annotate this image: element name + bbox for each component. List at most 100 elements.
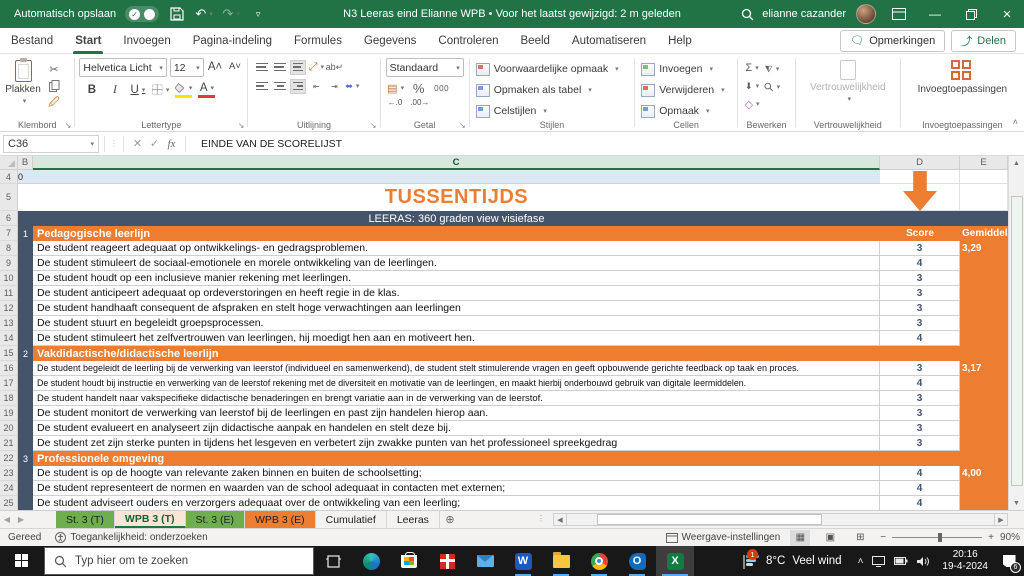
ribbon-tab-controleren[interactable]: Controleren <box>427 28 509 54</box>
borders-button[interactable]: ▾ <box>152 81 169 98</box>
cell-B13[interactable] <box>18 316 33 331</box>
cell-D20[interactable]: 3 <box>880 421 960 436</box>
cell-E11[interactable] <box>960 286 1008 301</box>
addins-button[interactable]: Invoegtoepassingen <box>901 57 1024 95</box>
cell-E17[interactable] <box>960 376 1008 391</box>
sheet-tab-wpb-3-e-[interactable]: WPB 3 (E) <box>245 511 316 528</box>
cell-D22[interactable] <box>880 451 960 466</box>
edge-icon[interactable] <box>352 546 390 576</box>
cell-D17[interactable]: 4 <box>880 376 960 391</box>
bold-button[interactable]: B <box>83 81 100 98</box>
accounting-format-icon[interactable]: ▤▾ <box>388 80 404 96</box>
decrease-decimal-icon[interactable]: .00→ <box>410 98 429 107</box>
outlook-icon[interactable]: O <box>618 546 656 576</box>
row-header-13[interactable]: 13 <box>0 316 18 331</box>
row-header-23[interactable]: 23 <box>0 466 18 481</box>
decrease-font-icon[interactable]: A˅ <box>227 58 244 75</box>
task-view-button[interactable] <box>314 546 352 576</box>
cell-D24[interactable]: 4 <box>880 481 960 496</box>
format-as-table-button[interactable]: Opmaken als tabel▾ <box>476 81 635 99</box>
cell-C22[interactable]: Professionele omgeving <box>33 451 880 466</box>
mail-icon[interactable] <box>466 546 504 576</box>
cell-D18[interactable]: 3 <box>880 391 960 406</box>
tray-battery-icon[interactable] <box>894 557 908 565</box>
ribbon-tab-invoegen[interactable]: Invoegen <box>112 28 181 54</box>
alignment-dialog-launcher[interactable]: ↘ <box>370 121 377 130</box>
row-header-21[interactable]: 21 <box>0 436 18 451</box>
cell-C4[interactable] <box>33 170 880 184</box>
row-header-7[interactable]: 7 <box>0 226 18 241</box>
cell-E22[interactable] <box>960 451 1008 466</box>
zoom-in-icon[interactable]: + <box>988 532 994 543</box>
word-icon[interactable]: W <box>504 546 542 576</box>
ribbon-tab-gegevens[interactable]: Gegevens <box>353 28 427 54</box>
zoom-slider-knob[interactable] <box>938 533 942 542</box>
find-select-icon[interactable]: ▾ <box>764 79 780 95</box>
taskbar-search-input[interactable]: Typ hier om te zoeken <box>44 547 314 575</box>
percent-style-icon[interactable]: % <box>411 80 427 96</box>
cell-B10[interactable] <box>18 271 33 286</box>
ribbon-tab-pagina-indeling[interactable]: Pagina-indeling <box>182 28 283 54</box>
autosum-icon[interactable]: Σ▾ <box>744 60 760 76</box>
accessibility-checker[interactable]: Toegankelijkheid: onderzoeken <box>55 532 207 543</box>
cell-C17[interactable]: De student houdt bij instructie en verwe… <box>33 376 880 391</box>
name-box[interactable]: C36▾ <box>3 135 99 153</box>
cell-C13[interactable]: De student stuurt en begeleidt groepspro… <box>33 316 880 331</box>
cell-C9[interactable]: De student stimuleert de sociaal-emotion… <box>33 256 880 271</box>
cut-icon[interactable]: ✂ <box>46 61 62 77</box>
cell-D8[interactable]: 3 <box>880 241 960 256</box>
row-header-14[interactable]: 14 <box>0 331 18 346</box>
row-header-8[interactable]: 8 <box>0 241 18 256</box>
restore-button[interactable] <box>954 0 988 28</box>
cell-C8[interactable]: De student reageert adequaat op ontwikke… <box>33 241 880 256</box>
row-header-9[interactable]: 9 <box>0 256 18 271</box>
increase-indent-icon[interactable]: ⇥ <box>326 78 342 94</box>
excel-icon[interactable]: X <box>656 546 694 576</box>
cell-D15[interactable] <box>880 346 960 361</box>
weather-widget[interactable]: 1 8°C Veel wind <box>733 546 852 576</box>
cell-B5[interactable] <box>18 184 33 211</box>
cell-B6[interactable] <box>18 211 33 226</box>
row-header-10[interactable]: 10 <box>0 271 18 286</box>
normal-view-icon[interactable]: ▦ <box>790 530 810 546</box>
cell-B25[interactable] <box>18 496 33 510</box>
store-icon[interactable] <box>390 546 428 576</box>
italic-button[interactable]: I <box>106 81 123 98</box>
ribbon-tab-help[interactable]: Help <box>657 28 703 54</box>
cell-B24[interactable] <box>18 481 33 496</box>
cell-B9[interactable] <box>18 256 33 271</box>
col-header-c[interactable]: C <box>33 156 880 170</box>
cell-E4[interactable] <box>960 170 1008 184</box>
cell-C6[interactable]: LEERAS: 360 graden view visiefase <box>33 211 880 226</box>
align-middle-icon[interactable] <box>272 60 288 75</box>
zoom-slider[interactable] <box>892 537 982 538</box>
underline-button[interactable]: U▾ <box>129 81 146 98</box>
start-button[interactable] <box>0 546 44 576</box>
cell-C10[interactable]: De student houdt op een inclusieve manie… <box>33 271 880 286</box>
number-dialog-launcher[interactable]: ↘ <box>459 121 466 130</box>
cell-C5[interactable]: TUSSENTIJDS <box>33 184 880 211</box>
row-header-6[interactable]: 6 <box>0 211 18 226</box>
select-all-corner[interactable] <box>0 156 18 170</box>
formula-input[interactable]: EINDE VAN DE SCORELIJST <box>201 138 342 150</box>
sheet-tab-cumulatief[interactable]: Cumulatief <box>316 511 387 528</box>
cell-C25[interactable]: De student adviseert ouders en verzorger… <box>33 496 880 510</box>
search-icon[interactable] <box>738 5 756 23</box>
cell-B20[interactable] <box>18 421 33 436</box>
col-header-e[interactable]: E <box>960 156 1008 170</box>
cell-C18[interactable]: De student handelt naar vakspecifieke di… <box>33 391 880 406</box>
tray-volume-icon[interactable] <box>917 556 930 567</box>
cell-B17[interactable] <box>18 376 33 391</box>
redo-icon[interactable]: ↷▾ <box>222 5 240 23</box>
cell-E24[interactable] <box>960 481 1008 496</box>
fill-color-button[interactable]: ▾ <box>175 81 192 98</box>
wrap-text-icon[interactable]: ab↵ <box>326 59 342 75</box>
sheet-tab-leeras[interactable]: Leeras <box>387 511 440 528</box>
cancel-entry-icon[interactable]: ✕ <box>129 137 146 150</box>
conditional-formatting-button[interactable]: Voorwaardelijke opmaak▾ <box>476 60 635 78</box>
zoom-level[interactable]: 90% <box>1000 532 1020 543</box>
cell-E16[interactable]: 3,17 <box>960 361 1008 376</box>
horizontal-scrollbar[interactable]: ◀ ▶ <box>553 513 1008 526</box>
cell-C7[interactable]: Pedagogische leerlijn <box>33 226 880 241</box>
cell-B22[interactable]: 3 <box>18 451 33 466</box>
